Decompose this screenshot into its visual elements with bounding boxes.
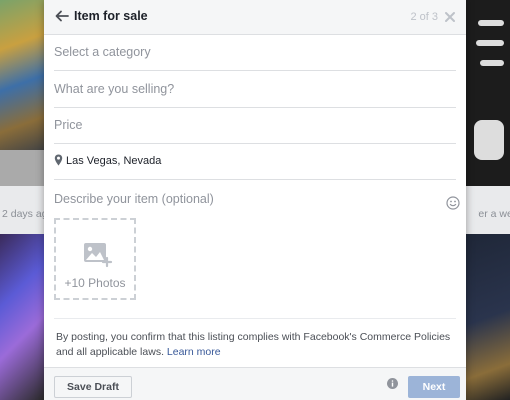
next-button[interactable]: Next: [408, 376, 460, 398]
add-photos-button[interactable]: +10 Photos: [54, 218, 136, 300]
description-input[interactable]: Describe your item (optional): [54, 181, 456, 217]
policy-text: By posting, you confirm that this listin…: [56, 331, 451, 358]
add-photos-label: +10 Photos: [64, 276, 126, 290]
step-counter: 2 of 3: [410, 11, 438, 23]
back-arrow-icon[interactable]: [54, 8, 70, 24]
background-listing-photo-left[interactable]: [0, 0, 44, 150]
commerce-policy-notice: By posting, you confirm that this listin…: [56, 330, 454, 360]
price-input[interactable]: Price: [54, 107, 456, 144]
emoji-icon[interactable]: [446, 196, 460, 210]
item-title-placeholder: What are you selling?: [54, 82, 175, 96]
photo-icon: [84, 243, 113, 268]
background-listing-photo-left-2[interactable]: [0, 234, 44, 400]
divider: [54, 318, 456, 319]
location-field[interactable]: Las Vegas, Nevada: [54, 143, 456, 180]
price-placeholder: Price: [54, 118, 83, 132]
category-placeholder: Select a category: [54, 45, 151, 59]
item-title-input[interactable]: What are you selling?: [54, 71, 456, 108]
location-pin-icon: [54, 154, 63, 166]
background-caption-right: Over a week ago: [478, 208, 510, 220]
background-listing-photo-right[interactable]: [466, 0, 510, 186]
info-icon[interactable]: [387, 378, 398, 389]
save-draft-button[interactable]: Save Draft: [54, 376, 132, 398]
description-placeholder: Describe your item (optional): [54, 192, 214, 206]
dialog-footer: Save Draft Next: [44, 367, 466, 400]
item-for-sale-dialog: Item for sale 2 of 3 Select a category W…: [44, 0, 466, 400]
dialog-title: Item for sale: [74, 9, 148, 23]
category-select[interactable]: Select a category: [54, 34, 456, 71]
location-value: Las Vegas, Nevada: [66, 155, 162, 167]
learn-more-link[interactable]: Learn more: [167, 346, 221, 358]
background-listing-photo-left-bottom: [0, 150, 44, 186]
background-listing-photo-right-2[interactable]: [466, 234, 510, 400]
dialog-header: Item for sale 2 of 3: [44, 0, 466, 35]
close-icon[interactable]: [444, 11, 456, 23]
background-caption-right-text: Over a week ago: [478, 208, 510, 220]
